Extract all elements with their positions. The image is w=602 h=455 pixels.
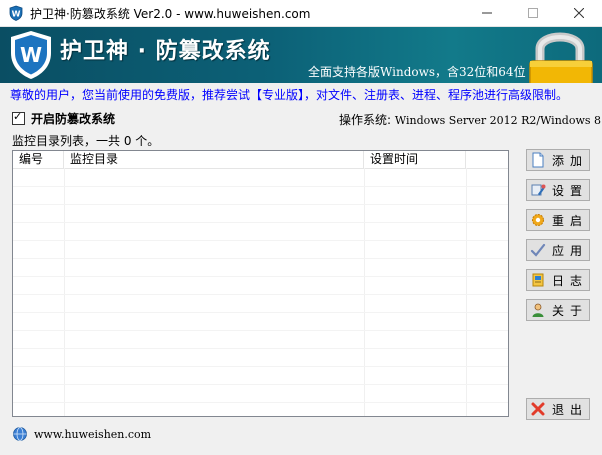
window-title: 护卫神·防篡改系统 Ver2.0 - www.huweishen.com [30,7,311,21]
globe-icon [13,427,27,441]
minimize-icon [482,12,492,14]
table-header: 编号 监控目录 设置时间 [13,151,508,169]
add-button[interactable]: 添加 [526,149,590,171]
shield-logo-icon: W [11,31,51,79]
product-banner: W 护卫神 · 防篡改系统 全面支持各版Windows，含32位和64位 [0,27,602,83]
notebook-icon [532,273,544,287]
row-divider [13,330,508,331]
footer-url[interactable]: www.huweishen.com [34,428,151,441]
row-divider [13,384,508,385]
maximize-icon [528,8,538,18]
monitor-list-summary: 监控目录列表，一共 0 个。 [12,134,160,148]
row-divider [13,402,508,403]
row-divider [13,366,508,367]
document-icon [532,152,544,168]
upgrade-promo-link[interactable]: 尊敬的用户，您当前使用的免费版，推荐尝试【专业版】，对文件、注册表、进程、程序池… [10,86,568,103]
row-divider [13,186,508,187]
padlock-icon [529,32,593,83]
svg-text:W: W [12,10,21,19]
row-divider [13,348,508,349]
os-label: 操作系统: [339,113,392,127]
column-header-time[interactable]: 设置时间 [364,151,466,168]
gear-icon [532,214,544,226]
row-divider [13,204,508,205]
close-button[interactable] [556,0,602,26]
checkbox-checked-icon[interactable] [12,110,25,125]
row-divider [13,312,508,313]
app-shield-icon: W [9,5,23,21]
banner-subtitle: 全面支持各版Windows，含32位和64位 [308,65,526,79]
os-info: 操作系统: Windows Server 2012 R2/Windows 8 [339,111,601,128]
log-button[interactable]: 日志 [526,269,590,291]
os-value: Windows Server 2012 R2/Windows 8 [394,114,602,127]
row-divider [13,276,508,277]
column-header-id[interactable]: 编号 [13,151,64,168]
settings-button-label: 设置 [552,183,589,198]
apply-button[interactable]: 应用 [526,239,590,261]
add-button-label: 添加 [552,153,589,168]
row-divider [13,222,508,223]
column-header-directory[interactable]: 监控目录 [64,151,364,168]
red-x-icon [531,402,545,416]
column-divider [64,168,65,416]
settings-button[interactable]: 设置 [526,179,590,201]
close-icon [574,8,584,18]
banner-title: 护卫神 · 防篡改系统 [60,39,271,64]
monitor-directory-table[interactable]: 编号 监控目录 设置时间 [12,150,509,417]
column-divider [364,168,365,416]
title-bar: W 护卫神·防篡改系统 Ver2.0 - www.huweishen.com [0,0,602,27]
restart-button[interactable]: 重启 [526,209,590,231]
column-header-filler [466,151,508,168]
exit-button[interactable]: 退出 [526,398,590,420]
exit-button-label: 退出 [552,402,589,417]
enable-protection-checkbox[interactable]: 开启防篡改系统 [12,110,115,127]
row-divider [13,258,508,259]
maximize-button[interactable] [510,0,556,26]
about-button[interactable]: 关于 [526,299,590,321]
svg-text:W: W [20,43,42,67]
apply-button-label: 应用 [552,243,589,258]
footer-link[interactable]: www.huweishen.com [12,426,151,442]
row-divider [13,294,508,295]
column-divider [466,168,467,416]
checkmark-icon [530,243,546,257]
about-button-label: 关于 [552,303,589,318]
enable-protection-label: 开启防篡改系统 [31,112,116,126]
log-button-label: 日志 [552,273,589,288]
wrench-icon [531,184,546,196]
minimize-button[interactable] [464,0,510,26]
person-icon [532,303,544,317]
row-divider [13,240,508,241]
restart-button-label: 重启 [552,213,589,228]
